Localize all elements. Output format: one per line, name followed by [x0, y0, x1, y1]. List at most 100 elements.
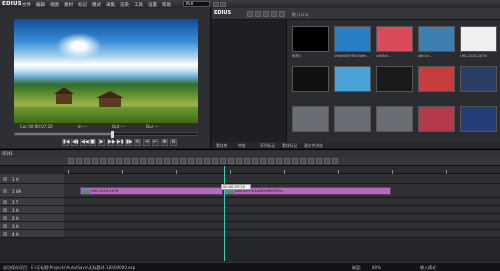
clip-thumbnail[interactable]: [292, 106, 329, 132]
clip-thumbnail[interactable]: [334, 106, 371, 132]
menu-item-10[interactable]: 帮助: [162, 2, 171, 8]
track-toggle-icon[interactable]: [3, 200, 7, 204]
clip-thumbnail[interactable]: [418, 26, 455, 52]
menu-item-5[interactable]: 模式: [92, 2, 101, 8]
timeline-tool-icon[interactable]: [68, 158, 74, 164]
folder-tree[interactable]: [212, 20, 287, 142]
timeline-tool-icon[interactable]: [156, 158, 162, 164]
track-toggle-icon[interactable]: [3, 177, 7, 181]
timeline-tool-icon[interactable]: [268, 158, 274, 164]
preview-scrubber[interactable]: [14, 131, 198, 138]
timeline-ruler[interactable]: [64, 166, 500, 174]
timeline-tool-icon[interactable]: [100, 158, 106, 164]
track-lane[interactable]: [64, 174, 500, 184]
transport-button-7[interactable]: ▮▶: [125, 139, 133, 146]
timeline-tool-icon[interactable]: [236, 158, 242, 164]
clip-thumbnail[interactable]: [376, 106, 413, 132]
menu-item-8[interactable]: 工具: [134, 2, 143, 8]
track-header[interactable]: 1 A: [0, 206, 64, 214]
timeline-tool-icon[interactable]: [188, 158, 194, 164]
menu-item-7[interactable]: 渲染: [120, 2, 129, 8]
track-header[interactable]: 3 A: [0, 222, 64, 230]
clip-thumbnail[interactable]: [334, 26, 371, 52]
clip-thumbnail[interactable]: [460, 26, 497, 52]
timeline-tool-icon[interactable]: [180, 158, 186, 164]
transport-button-10[interactable]: ⇤: [152, 139, 159, 146]
timeline-tool-icon[interactable]: [212, 158, 218, 164]
timeline-tool-icon[interactable]: [140, 158, 146, 164]
timeline-tool-icon[interactable]: [324, 158, 330, 164]
track-toggle-icon[interactable]: [3, 216, 7, 220]
track-lane[interactable]: [64, 214, 500, 222]
timeline-clip[interactable]: c9b-2244-2b76: [80, 187, 223, 195]
track-toggle-icon[interactable]: [3, 224, 7, 228]
timeline-tool-icon[interactable]: [124, 158, 130, 164]
timeline-tool-icon[interactable]: [164, 158, 170, 164]
minimize-icon[interactable]: [213, 1, 219, 7]
mode-badge[interactable]: PLR: [183, 1, 210, 7]
search-icon[interactable]: [263, 11, 269, 17]
menu-item-0[interactable]: 文件: [22, 2, 31, 8]
folder-up-icon[interactable]: [247, 11, 253, 17]
new-folder-icon[interactable]: [255, 11, 261, 17]
bin-tab-2[interactable]: 序列标记: [260, 143, 275, 149]
track-header[interactable]: 1 VA: [0, 184, 64, 198]
transport-button-2[interactable]: ◀◀: [80, 139, 89, 146]
timeline-tool-icon[interactable]: [116, 158, 122, 164]
scrubber-handle[interactable]: [111, 131, 115, 138]
bin-menu-icon[interactable]: [279, 11, 285, 17]
clip-thumbnail[interactable]: [460, 66, 497, 92]
timeline-tool-icon[interactable]: [76, 158, 82, 164]
timeline-tool-icon[interactable]: [228, 158, 234, 164]
clip-thumbnail[interactable]: [292, 66, 329, 92]
timeline-tool-icon[interactable]: [292, 158, 298, 164]
timeline-tool-icon[interactable]: [84, 158, 90, 164]
clip-thumbnail[interactable]: [376, 26, 413, 52]
menu-item-9[interactable]: 设置: [148, 2, 157, 8]
menu-item-3[interactable]: 素材: [64, 2, 73, 8]
transport-button-4[interactable]: ▶: [98, 139, 105, 146]
view-mode-icon[interactable]: [271, 11, 277, 17]
timeline-tool-icon[interactable]: [276, 158, 282, 164]
timeline-tool-icon[interactable]: [284, 158, 290, 164]
bin-tab-3[interactable]: 素材标记: [282, 143, 297, 149]
timeline-tool-icon[interactable]: [220, 158, 226, 164]
clip-thumbnail[interactable]: [460, 106, 497, 132]
timeline-tool-icon[interactable]: [92, 158, 98, 164]
timeline-tool-icon[interactable]: [196, 158, 202, 164]
transport-button-1[interactable]: ◀▮: [71, 139, 79, 146]
transport-button-0[interactable]: ▮◀: [62, 139, 70, 146]
track-lane[interactable]: c9b-2244-2b76 ca6f5f0f7a1a2b9ef8d7f0e...: [64, 184, 500, 198]
bin-tab-1[interactable]: 特效: [238, 143, 246, 149]
timeline-tool-icon[interactable]: [148, 158, 154, 164]
track-lane[interactable]: [64, 230, 500, 238]
transport-button-6[interactable]: ▶▮: [116, 139, 124, 146]
transport-button-3[interactable]: ■: [89, 139, 96, 146]
track-header[interactable]: 2 A: [0, 214, 64, 222]
timeline-tool-icon[interactable]: [204, 158, 210, 164]
maximize-icon[interactable]: [220, 1, 226, 7]
track-toggle-icon[interactable]: [3, 232, 7, 236]
timeline-tool-icon[interactable]: [308, 158, 314, 164]
timeline-tool-icon[interactable]: [260, 158, 266, 164]
menu-item-1[interactable]: 编辑: [36, 2, 45, 8]
clip-thumbnail[interactable]: [418, 106, 455, 132]
transport-button-11[interactable]: ⊕: [161, 139, 168, 146]
transport-button-8[interactable]: ⟲: [134, 139, 141, 146]
track-header[interactable]: 4 A: [0, 230, 64, 238]
clip-thumbnail[interactable]: [292, 26, 329, 52]
menu-item-6[interactable]: 采集: [106, 2, 115, 8]
clip-thumbnail[interactable]: [334, 66, 371, 92]
clip-thumbnail[interactable]: [418, 66, 455, 92]
track-lane[interactable]: [64, 198, 500, 206]
track-header[interactable]: 1 T: [0, 198, 64, 206]
timeline-tool-icon[interactable]: [316, 158, 322, 164]
track-toggle-icon[interactable]: [3, 208, 7, 212]
playhead[interactable]: [224, 166, 225, 261]
bin-tab-0[interactable]: 素材库: [216, 143, 227, 149]
timeline-tool-icon[interactable]: [252, 158, 258, 164]
timeline-tool-icon[interactable]: [108, 158, 114, 164]
timeline-tool-icon[interactable]: [172, 158, 178, 164]
track-toggle-icon[interactable]: [3, 189, 7, 193]
timeline-tool-icon[interactable]: [132, 158, 138, 164]
